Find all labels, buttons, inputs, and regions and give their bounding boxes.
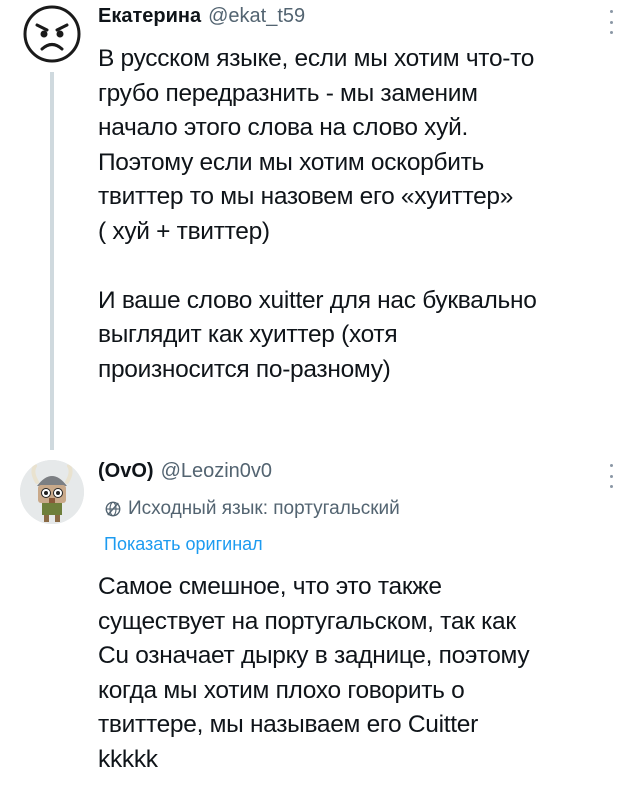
tweet-ovo[interactable]: (OvO) @Leozin0v0 Исходный язык: португал… — [0, 446, 644, 800]
author-handle[interactable]: @Leozin0v0 — [161, 460, 272, 483]
tweet-text: Самое смешное, что это также существует … — [98, 573, 530, 773]
avatar-viking-icon[interactable] — [20, 460, 84, 524]
author-name[interactable]: (OvO) — [98, 460, 154, 483]
more-options-icon[interactable] — [606, 10, 616, 34]
show-original-link[interactable]: Показать оригинал — [104, 534, 263, 555]
translate-globe-icon — [105, 501, 121, 517]
author-handle[interactable]: @ekat_t59 — [208, 5, 305, 28]
author-name[interactable]: Екатерина — [98, 5, 201, 28]
thread-line — [50, 72, 54, 450]
more-options-icon[interactable] — [606, 464, 616, 488]
tweet-text: В русском языке, если мы хотим что-то гр… — [98, 45, 537, 383]
tweet-header: (OvO) @Leozin0v0 — [98, 460, 272, 488]
tweet-header: Екатерина @ekat_t59 — [98, 5, 305, 33]
translation-label: Исходный язык: португальский — [128, 498, 400, 519]
translation-info: Исходный язык: португальский — [104, 498, 400, 520]
tweet-ekaterina[interactable]: Екатерина @ekat_t59 В русском языке, есл… — [0, 0, 644, 450]
avatar-angry-face-icon[interactable] — [20, 2, 84, 66]
